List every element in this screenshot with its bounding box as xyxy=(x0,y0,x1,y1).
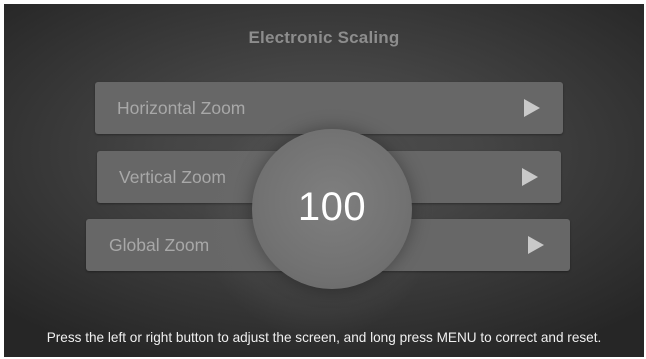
screen-title: Electronic Scaling xyxy=(248,28,400,47)
menu-item-label: Horizontal Zoom xyxy=(117,98,246,118)
instruction-hint: Press the left or right button to adjust… xyxy=(46,330,602,345)
menu-item-label: Global Zoom xyxy=(109,235,210,255)
zoom-value: 100 xyxy=(297,185,367,229)
play-right-arrow-icon xyxy=(528,236,544,254)
electronic-scaling-screen: Electronic Scaling Horizontal Zoom Verti… xyxy=(4,4,644,357)
play-right-arrow-icon xyxy=(522,168,538,186)
zoom-value-indicator: 100 xyxy=(252,129,412,289)
play-right-arrow-icon xyxy=(524,99,540,117)
